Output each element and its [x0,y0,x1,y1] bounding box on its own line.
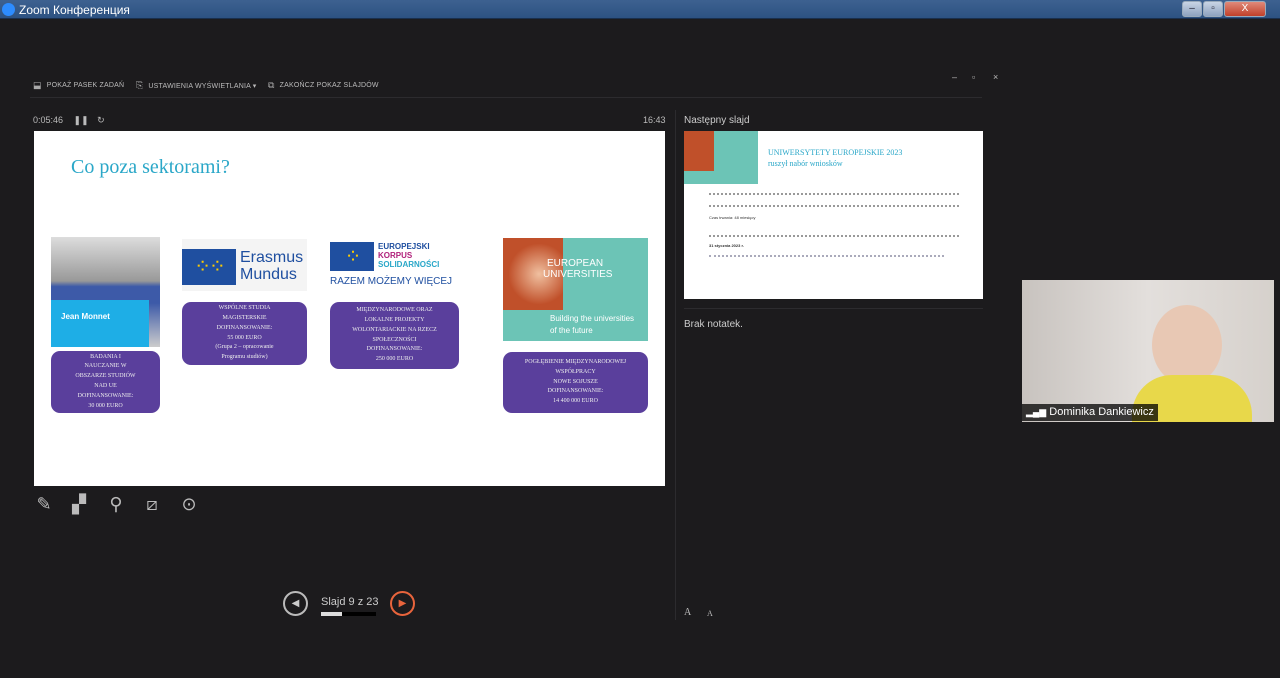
presenter-restore-button[interactable]: ▫ [972,72,975,82]
more-options-icon[interactable]: ⊙ [177,492,201,516]
card-erasmus-mundus: WSPÓLNE STUDIA MAGISTERSKIE DOFINANSOWANIE… [182,302,307,365]
show-taskbar-button[interactable]: ⬓ POKAŻ PASEK ZADAŃ [33,80,124,91]
text-line: SPOŁECZNOŚCI [372,336,417,343]
next-slide-deadline: 31 stycznia 2023 r. [709,243,744,248]
text-line: 30 000 EURO [88,402,123,409]
text-line: UNIVERSITIES [543,269,613,280]
presenter-minimize-button[interactable]: – [952,72,957,82]
text-line: Programu studiów) [221,354,268,361]
participant-video[interactable]: ▂▄▆ Dominika Dankiewicz [1022,280,1274,422]
current-slide: Co poza sektorami? Jean Monnet BADANIA I… [34,131,665,486]
display-settings-label: USTAWIENIA WYŚWIETLANIA ▾ [148,82,257,90]
text-line: WOLONTARIACKIE NA RZECZ [352,326,437,333]
slide-progress-fill [321,612,343,616]
text-line: of the future [550,326,593,335]
solidarity-corps-logo: ⁘ EUROPEJSKI KORPUS SOLIDARNOŚCI RAZEM M… [330,242,453,287]
text-line: EUROPEAN [547,258,604,269]
next-slide-label: Następny slajd [684,115,750,126]
text-line: DOFINANSOWANIE: [366,346,423,353]
show-taskbar-label: POKAŻ PASEK ZADAŃ [46,82,125,89]
zoom-slide-icon[interactable]: ⚲ [104,492,128,516]
participant-name-tag: ▂▄▆ Dominika Dankiewicz [1022,404,1158,421]
jean-monnet-label: Jean Monnet [51,300,149,347]
jean-monnet-image: Jean Monnet [51,237,160,347]
text-line: MAGISTERSKIE [222,314,267,321]
participant-name: Dominika Dankiewicz [1049,406,1154,418]
window-title: Zoom Конференция [19,3,130,17]
restart-icon[interactable]: ↻ [97,115,105,125]
zoom-logo-icon [2,3,15,16]
display-settings-button[interactable]: ⎘ USTAWIENIA WYŚWIETLANIA ▾ [136,80,257,91]
slide-title: Co poza sektorami? [71,156,230,178]
text-line: 55 000 EURO [227,334,262,341]
notes-divider [684,308,983,309]
monitor-settings-icon: ⎘ [136,80,144,90]
participant-face [1152,305,1222,385]
text-line: 250 000 EURO [375,356,414,363]
slide-progress-bar [321,612,376,616]
text-line: (Grupa 2 – opracowanie [215,344,274,351]
text-line: NOWE SOJUSZE [553,378,598,385]
card-european-universities: POGŁĘBIENIE MIĘDZYNARODOWEJ WSPÓŁPRACY NOW… [503,352,648,413]
text-line: NAD UE [94,383,117,389]
next-slide-button[interactable]: ▶ [390,591,415,616]
text-line: OBSZARZE STUDIÓW [75,373,136,380]
clock: 16:43 [643,115,666,125]
end-show-icon: ⧉ [268,80,275,90]
erasmus-mundus-logo: ⁘⁘ Erasmus Mundus [182,239,307,291]
panel-divider[interactable] [675,110,676,620]
see-all-slides-icon[interactable]: ▞ [67,492,91,516]
text-line: EUROPEJSKI [378,242,430,251]
next-slide-subtitle: ruszył nabór wniosków [768,159,843,168]
card-solidarity-corps: MIĘDZYNARODOWE ORAZ LOKALNE PROJEKTY WOLON… [330,302,459,369]
slide-counter: Slajd 9 z 23 [321,596,379,608]
text-line: 14 400 000 EURO [553,398,598,405]
text-line: BADANIA I [90,353,121,360]
text-line: NAUCZANIE W [84,363,127,370]
end-slideshow-label: ZAKOŃCZ POKAZ SLAJDÓW [279,82,379,89]
text-line: POGŁĘBIENIE MIĘDZYNARODOWEJ [524,359,627,365]
european-universities-image: EUROPEAN UNIVERSITIES Building the unive… [503,238,648,341]
next-slide-preview[interactable]: UNIWERSYTETY EUROPEJSKIE 2023 ruszył nab… [684,131,983,299]
previous-slide-button[interactable]: ◀ [283,591,308,616]
next-slide-title: UNIWERSYTETY EUROPEJSKIE 2023 [768,148,903,157]
text-line: Mundus [240,266,297,283]
end-slideshow-button[interactable]: ⧉ ZAKOŃCZ POKAZ SLAJDÓW [268,80,379,91]
black-screen-icon[interactable]: ⧄ [140,492,164,516]
text-line: Erasmus [240,249,304,266]
timer: 0:05:46 ❚❚ ↻ [33,115,105,126]
speaker-notes: Brak notatek. [684,319,743,330]
text-line: RAZEM MOŻEMY WIĘCEJ [330,276,453,287]
decrease-font-button[interactable]: A [707,609,713,618]
text-line: DOFINANSOWANIE: [216,324,273,331]
pen-tool-icon[interactable]: ✎ [32,492,56,516]
taskbar-icon: ⬓ [33,80,42,90]
text-line: SOLIDARNOŚCI [378,260,440,269]
pause-icon[interactable]: ❚❚ [74,115,89,125]
text-line: WSPÓŁPRACY [555,368,596,375]
presenter-close-button[interactable]: × [993,72,998,82]
card-jean-monnet: BADANIA I NAUCZANIE W OBSZARZE STUDIÓW NAD … [51,351,160,413]
restore-button[interactable]: ▫ [1203,1,1223,17]
text-line: KORPUS [378,251,413,260]
text-line: DOFINANSOWANIE: [77,392,134,399]
text-line: Building the universities [550,314,635,323]
title-bar: Zoom Конференция – ▫ X [0,0,1280,19]
next-slide-duration: Czas trwania: 48 miesięcy [709,215,756,220]
elapsed-time: 0:05:46 [33,115,64,125]
minimize-button[interactable]: – [1182,1,1202,17]
text-line: WSPÓLNE STUDIA [218,305,271,312]
toolbar-divider [30,97,982,98]
text-line: DOFINANSOWANIE: [547,388,604,395]
text-line: MIĘDZYNARODOWE ORAZ [356,307,433,314]
signal-strength-icon: ▂▄▆ [1026,407,1047,417]
text-line: LOKALNE PROJEKTY [364,316,425,323]
close-button[interactable]: X [1224,1,1266,17]
increase-font-button[interactable]: A [684,607,691,618]
